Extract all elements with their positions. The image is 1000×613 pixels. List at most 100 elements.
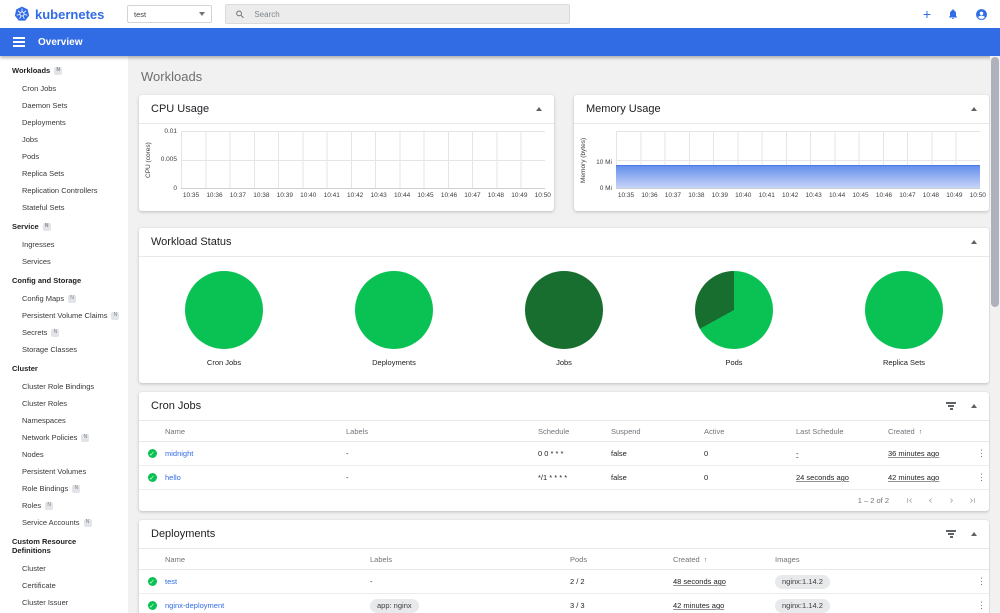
- deployments-title: Deployments: [151, 528, 216, 540]
- col-header-last-schedule[interactable]: Last Schedule: [796, 420, 888, 442]
- pie-label: Pods: [725, 358, 743, 367]
- col-header-labels[interactable]: Labels: [370, 548, 570, 570]
- col-header-created[interactable]: Created ↑: [888, 420, 974, 442]
- sidebar-item-network-policies[interactable]: Network Policies N: [0, 429, 128, 446]
- sidebar-item-replication-controllers[interactable]: Replication Controllers: [0, 182, 128, 199]
- col-header-schedule[interactable]: Schedule: [538, 420, 611, 442]
- cpu-x-ticks: 10:35 10:36 10:37 10:38 10:39 10:40 10:41 10:42…: [182, 192, 551, 199]
- collapse-icon[interactable]: [971, 403, 977, 408]
- sidebar-item-role-bindings[interactable]: Role Bindings N: [0, 480, 128, 497]
- previous-page-icon[interactable]: [926, 496, 935, 505]
- sidebar-item-crd-cluster[interactable]: Cluster: [0, 560, 128, 577]
- search-bar[interactable]: [225, 4, 570, 24]
- table-row: ✓ midnight - 0 0 * * * false 0 - 36 minu…: [139, 441, 989, 466]
- collapse-icon[interactable]: [971, 107, 977, 111]
- vertical-scrollbar[interactable]: [990, 56, 1000, 613]
- sidebar-item-daemon-sets[interactable]: Daemon Sets: [0, 97, 128, 114]
- sidebar-item-service[interactable]: Service N: [0, 216, 128, 236]
- namespaced-badge: N: [72, 484, 81, 493]
- create-button[interactable]: +: [923, 7, 931, 21]
- user-profile-button[interactable]: [975, 8, 988, 21]
- image-chip: nginx:1.14.2: [775, 598, 830, 613]
- sidebar-item-secrets[interactable]: Secrets N: [0, 324, 128, 341]
- sidebar-item-storage-classes[interactable]: Storage Classes: [0, 341, 128, 358]
- menu-icon[interactable]: [13, 37, 25, 47]
- namespace-selector[interactable]: test: [127, 5, 212, 23]
- sidebar-item-persistent-volumes[interactable]: Persistent Volumes: [0, 463, 128, 480]
- app-bar: Overview: [0, 28, 1000, 56]
- cron-jobs-title: Cron Jobs: [151, 400, 202, 412]
- col-header-created[interactable]: Created ↑: [673, 548, 775, 570]
- col-header-name[interactable]: Name: [165, 420, 346, 442]
- sidebar-item-stateful-sets[interactable]: Stateful Sets: [0, 199, 128, 216]
- sidebar-item-services[interactable]: Services: [0, 253, 128, 270]
- collapse-icon[interactable]: [971, 240, 977, 244]
- cpu-usage-card: CPU Usage CPU (cores) 0.01 0.005 0 10:35…: [139, 95, 554, 211]
- collapse-icon[interactable]: [536, 107, 542, 111]
- col-header-labels[interactable]: Labels: [346, 420, 538, 442]
- col-header-images[interactable]: Images: [775, 548, 974, 570]
- deployment-link[interactable]: nginx-deployment: [165, 601, 224, 610]
- sidebar-item-config-maps[interactable]: Config Maps N: [0, 290, 128, 307]
- search-input[interactable]: [254, 9, 560, 19]
- col-header-name[interactable]: Name: [165, 548, 370, 570]
- sidebar-item-roles[interactable]: Roles N: [0, 497, 128, 514]
- pie-chart-pods: [695, 271, 773, 349]
- sidebar-item-ingresses[interactable]: Ingresses: [0, 236, 128, 253]
- scrollbar-thumb[interactable]: [991, 57, 999, 307]
- sidebar-item-custom-resource-definitions[interactable]: Custom Resource Definitions: [0, 531, 128, 560]
- notifications-button[interactable]: [947, 8, 959, 20]
- account-icon: [976, 8, 987, 20]
- deployments-card: Deployments Name Labels Pods Created ↑ Im…: [139, 520, 989, 613]
- next-page-icon[interactable]: [947, 496, 956, 505]
- sidebar-item-namespaces[interactable]: Namespaces: [0, 412, 128, 429]
- col-header-pods[interactable]: Pods: [570, 548, 673, 570]
- table-row: ✓ test - 2 / 2 48 seconds ago nginx:1.14…: [139, 569, 989, 594]
- last-page-icon[interactable]: [968, 496, 977, 505]
- sidebar-item-deployments[interactable]: Deployments: [0, 114, 128, 131]
- row-menu-icon[interactable]: ⋮: [974, 441, 989, 466]
- logo-text: kubernetes: [35, 6, 105, 22]
- sidebar-item-persistent-volume-claims[interactable]: Persistent Volume Claims N: [0, 307, 128, 324]
- row-menu-icon[interactable]: ⋮: [974, 465, 989, 490]
- row-menu-icon[interactable]: ⋮: [974, 593, 989, 613]
- sidebar-item-cluster[interactable]: Cluster: [0, 358, 128, 378]
- sidebar-item-replica-sets[interactable]: Replica Sets: [0, 165, 128, 182]
- label-chip: app: nginx: [370, 598, 419, 613]
- pie-chart-cron-jobs: [185, 271, 263, 349]
- bell-icon: [949, 9, 957, 19]
- sidebar-item-pods[interactable]: Pods: [0, 148, 128, 165]
- kubernetes-logo[interactable]: kubernetes: [14, 6, 127, 22]
- cron-job-link[interactable]: midnight: [165, 449, 193, 458]
- pie-label: Deployments: [372, 358, 416, 367]
- filter-icon[interactable]: [946, 402, 956, 410]
- col-header-active[interactable]: Active: [704, 420, 796, 442]
- status-ok-icon: ✓: [147, 449, 157, 458]
- row-menu-icon[interactable]: ⋮: [974, 569, 989, 594]
- col-header-suspend[interactable]: Suspend: [611, 420, 704, 442]
- sidebar-item-cron-jobs[interactable]: Cron Jobs: [0, 80, 128, 97]
- sidebar-item-crd-certificate[interactable]: Certificate: [0, 577, 128, 594]
- cpu-y-axis-label: CPU (cores): [145, 142, 152, 178]
- sidebar-item-service-accounts[interactable]: Service Accounts N: [0, 514, 128, 531]
- sidebar-item-cluster-roles[interactable]: Cluster Roles: [0, 395, 128, 412]
- cpu-y-ticks: 0.01 0.005 0: [160, 128, 177, 192]
- memory-usage-card: Memory Usage Memory (bytes) 10 Mi 0 Mi 1…: [574, 95, 989, 211]
- sidebar-item-config-and-storage[interactable]: Config and Storage: [0, 270, 128, 290]
- filter-icon[interactable]: [946, 530, 956, 538]
- search-icon: [236, 10, 244, 18]
- table-header-row: Name Labels Schedule Suspend Active Last…: [139, 420, 989, 442]
- pagination-range: 1 – 2 of 2: [857, 496, 889, 505]
- pie-chart-jobs: [525, 271, 603, 349]
- namespaced-badge: N: [68, 294, 77, 303]
- sidebar-item-crd-cluster-issuer[interactable]: Cluster Issuer: [0, 594, 128, 611]
- cpu-chart-plot: [181, 131, 545, 189]
- collapse-icon[interactable]: [971, 531, 977, 536]
- deployment-link[interactable]: test: [165, 577, 177, 586]
- cron-job-link[interactable]: hello: [165, 473, 181, 482]
- sidebar-item-workloads[interactable]: Workloads N: [0, 60, 128, 80]
- sidebar-item-nodes[interactable]: Nodes: [0, 446, 128, 463]
- first-page-icon[interactable]: [905, 496, 914, 505]
- sidebar-item-cluster-role-bindings[interactable]: Cluster Role Bindings: [0, 378, 128, 395]
- sidebar-item-jobs[interactable]: Jobs: [0, 131, 128, 148]
